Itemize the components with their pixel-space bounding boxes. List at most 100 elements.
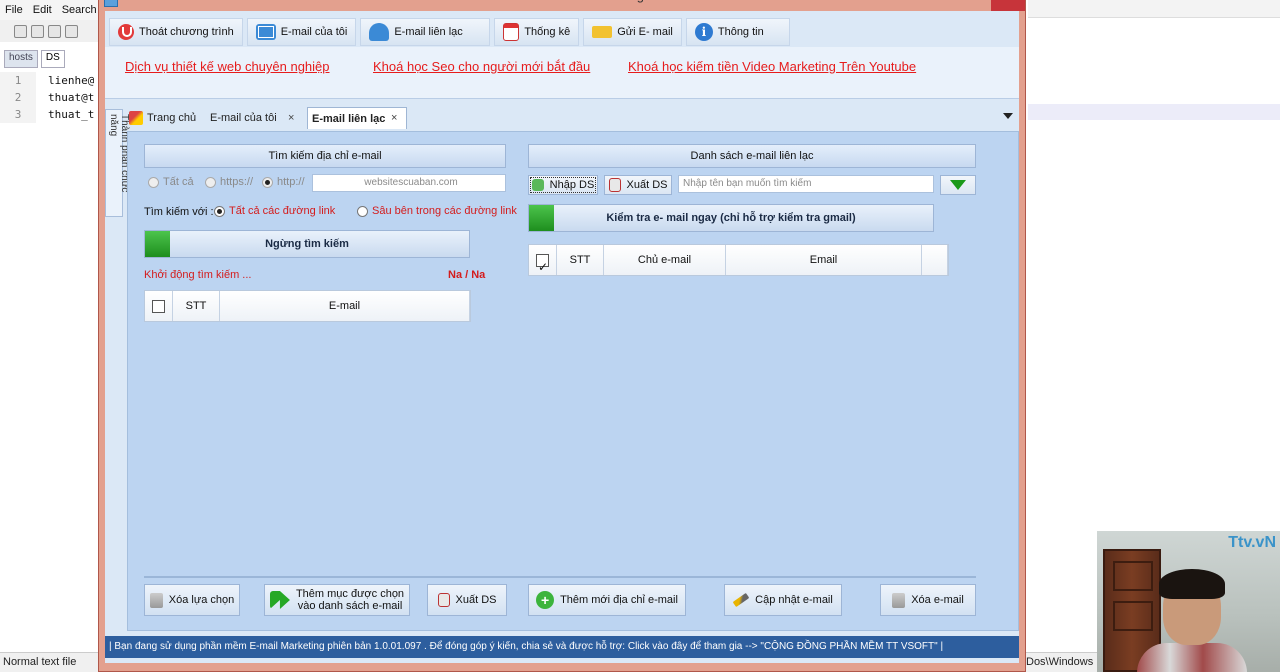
- editor-tabs: hosts DS: [0, 50, 103, 68]
- right-tabstrip: [1028, 0, 1280, 18]
- contacts-col-owner[interactable]: Chủ e-mail: [604, 245, 726, 275]
- side-function-tab[interactable]: Thành phần chức năng: [105, 109, 130, 217]
- send-email-button[interactable]: Gửi E- mail: [583, 18, 682, 46]
- webcam-overlay: Ttv.vN: [1097, 531, 1280, 672]
- link-web-design[interactable]: Dịch vụ thiết kế web chuyên nghiệp: [125, 59, 330, 74]
- link-video-marketing[interactable]: Khoá học kiếm tiền Video Marketing Trên …: [628, 59, 916, 74]
- editor-lines[interactable]: 1 lienhe@ 2 thuat@t 3 thuat_t: [0, 72, 103, 123]
- add-icon: +: [536, 591, 555, 609]
- url-input[interactable]: websitescuaban.com: [312, 174, 506, 192]
- new-file-icon[interactable]: [14, 24, 27, 38]
- check-email-label: Kiểm tra e- mail ngay (chỉ hỗ trợ kiểm t…: [606, 212, 856, 224]
- tab-home[interactable]: Trang chủ: [147, 107, 196, 129]
- contacts-grid[interactable]: STT Chủ e-mail Email: [528, 244, 976, 540]
- add-new-label: Thêm mới địa chỉ e-mail: [560, 594, 678, 606]
- window-close-button[interactable]: [991, 0, 1025, 11]
- contacts-col-extra[interactable]: [922, 245, 948, 275]
- contacts-col-stt[interactable]: STT: [557, 245, 604, 275]
- check-email-button[interactable]: Kiểm tra e- mail ngay (chỉ hỗ trợ kiểm t…: [528, 204, 934, 232]
- delete-selected-button[interactable]: Xóa lựa chọn: [144, 584, 240, 616]
- open-file-icon[interactable]: [31, 24, 44, 38]
- delete-email-label: Xóa e-mail: [911, 594, 964, 606]
- menu-search[interactable]: Search: [62, 4, 97, 16]
- import-icon: [531, 179, 544, 191]
- export-label: Xuất DS: [626, 179, 668, 191]
- current-line-highlight: [1028, 104, 1280, 120]
- import-list-button[interactable]: Nhập DS: [528, 175, 598, 195]
- option-deep-links[interactable]: Sâu bên trong các đường link: [357, 205, 517, 217]
- editor-status: Normal text file: [0, 652, 104, 672]
- search-select-all-checkbox[interactable]: [152, 299, 165, 313]
- menu-edit[interactable]: Edit: [33, 4, 52, 16]
- tab-my-email-close-icon[interactable]: ×: [288, 107, 294, 129]
- update-label: Cập nhật e-mail: [755, 594, 833, 606]
- search-col-email[interactable]: E-mail: [220, 291, 470, 321]
- save-all-icon[interactable]: [65, 24, 78, 38]
- contact-list-header: Danh sách e-mail liên lạc: [528, 144, 976, 168]
- radio-https-dot: [205, 176, 216, 188]
- add-to-list-line1: Thêm mục được chọn: [295, 588, 405, 600]
- statistics-button[interactable]: Thống kê: [494, 18, 580, 46]
- line-number: 3: [0, 106, 36, 123]
- contacts-col-email[interactable]: Email: [726, 245, 922, 275]
- search-col-stt[interactable]: STT: [173, 291, 220, 321]
- info-label: Thông tin: [717, 26, 764, 38]
- contact-search-input[interactable]: Nhập tên bạn muốn tìm kiếm: [678, 175, 934, 193]
- export-bottom-button[interactable]: Xuất DS: [427, 584, 507, 616]
- contacts-select-all-checkbox[interactable]: [536, 252, 549, 282]
- stop-search-button[interactable]: Ngừng tìm kiếm: [144, 230, 470, 258]
- contacts-select-all-cell[interactable]: [529, 245, 557, 282]
- promo-links-bar: Dịch vụ thiết kế web chuyên nghiệp Khoá …: [105, 47, 1019, 99]
- search-header: Tìm kiếm địa chỉ e-mail: [144, 144, 506, 168]
- export-list-button[interactable]: Xuất DS: [604, 175, 672, 195]
- tab-contacts-label: E-mail liên lạc: [312, 113, 386, 125]
- update-email-button[interactable]: Cập nhật e-mail: [724, 584, 842, 616]
- search-status-text: Khởi động tìm kiếm ...: [144, 269, 252, 281]
- add-new-email-button[interactable]: + Thêm mới địa chỉ e-mail: [528, 584, 686, 616]
- radio-all[interactable]: Tất cả: [148, 176, 194, 188]
- my-email-label: E-mail của tôi: [280, 26, 348, 38]
- info-button[interactable]: i Thông tin: [685, 18, 790, 46]
- contacts-grid-header: STT Chủ e-mail Email: [528, 244, 949, 282]
- contacts-button[interactable]: E-mail liên lạc: [360, 18, 491, 46]
- option-deep-links-label: Sâu bên trong các đường link: [372, 205, 517, 217]
- save-icon[interactable]: [48, 24, 61, 38]
- export-bottom-icon: [437, 593, 450, 607]
- search-results-grid[interactable]: STT E-mail: [144, 290, 506, 540]
- radio-https[interactable]: https://: [205, 176, 253, 188]
- editor-tab-ds[interactable]: DS: [40, 50, 65, 68]
- radio-http[interactable]: http://: [262, 176, 305, 188]
- webcam-logo: Ttv.vN: [1228, 534, 1276, 551]
- menu-file[interactable]: File: [5, 4, 23, 16]
- export-bottom-label: Xuất DS: [455, 594, 497, 606]
- add-to-list-label: Thêm mục được chọn vào danh sách e-mail: [296, 588, 404, 612]
- contacts-icon: [369, 23, 390, 41]
- main-window: Phần mềm E-mail Marketing Thoát chương t…: [98, 0, 1026, 672]
- my-email-button[interactable]: E-mail của tôi: [246, 18, 357, 46]
- editor-tab-hosts[interactable]: hosts: [4, 50, 38, 68]
- add-to-list-button[interactable]: Thêm mục được chọn vào danh sách e-mail: [264, 584, 410, 616]
- editor-line: 2 thuat@t: [0, 89, 103, 106]
- trash-icon: [892, 592, 906, 608]
- tab-my-email[interactable]: E-mail của tôi: [210, 107, 277, 129]
- webcam-person-body: [1137, 643, 1247, 672]
- app-status-bar[interactable]: | Bạn đang sử dụng phần mềm E-mail Marke…: [105, 636, 1019, 658]
- search-grid-header: STT E-mail: [144, 290, 471, 322]
- search-select-all-cell[interactable]: [145, 291, 173, 321]
- home-icon: [129, 111, 143, 125]
- client-area: Thoát chương trình E-mail của tôi E-mail…: [105, 11, 1019, 663]
- calendar-icon: [503, 23, 520, 41]
- line-text: thuat_t: [48, 108, 95, 121]
- tab-contacts-close-icon[interactable]: ×: [391, 107, 397, 129]
- contact-search-go-button[interactable]: [940, 175, 976, 195]
- link-seo-course[interactable]: Khoá học Seo cho người mới bắt đầu: [373, 59, 590, 74]
- delete-email-button[interactable]: Xóa e-mail: [880, 584, 976, 616]
- line-number: 2: [0, 89, 36, 106]
- statistics-label: Thống kê: [524, 26, 571, 38]
- option-all-links[interactable]: Tất cả các đường link: [214, 205, 335, 217]
- webcam-person-hair: [1159, 569, 1225, 599]
- tab-bar: Trang chủ E-mail của tôi × E-mail liên l…: [127, 107, 1019, 129]
- exit-button[interactable]: Thoát chương trình: [109, 18, 243, 46]
- tab-dropdown-icon[interactable]: [1003, 113, 1013, 119]
- editor-line: 1 lienhe@: [0, 72, 103, 89]
